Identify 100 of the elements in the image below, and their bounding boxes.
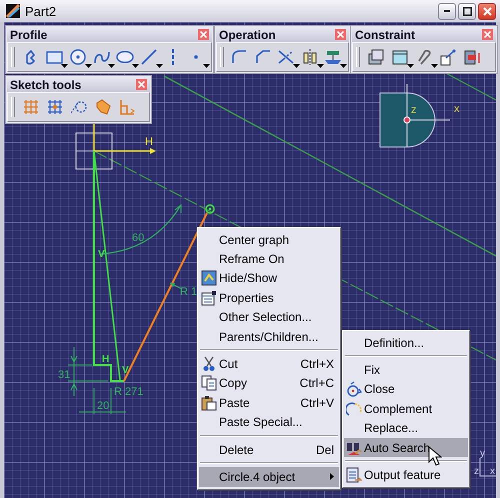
copy-icon <box>201 375 217 392</box>
chamfer-icon <box>256 50 271 64</box>
constraint-mark: V <box>122 365 129 376</box>
origin-square <box>76 132 112 170</box>
dropdown-arrow-icon[interactable] <box>132 64 140 68</box>
window-title: Part2 <box>25 4 56 18</box>
dimension-label: R 1 <box>180 286 198 298</box>
dropdown-arrow-icon[interactable] <box>108 64 116 68</box>
menu-item[interactable]: Properties <box>199 288 339 308</box>
dropdown-arrow-icon[interactable] <box>61 64 68 68</box>
bracket-icon <box>120 99 134 115</box>
scissors-icon <box>201 356 217 372</box>
dimension-label: 31 <box>58 369 70 381</box>
stacked-bars-icon <box>464 50 480 64</box>
menu-item[interactable]: Output feature <box>344 465 468 485</box>
rectangle-icon <box>46 50 63 64</box>
dimension-icon <box>440 48 456 66</box>
projection-icon <box>325 50 342 64</box>
dropdown-arrow-icon[interactable] <box>84 64 92 68</box>
properties-icon <box>201 290 217 306</box>
dropdown-arrow-icon[interactable] <box>156 64 163 68</box>
axis-label: x <box>490 466 495 477</box>
submenu-arrow-icon <box>330 473 334 480</box>
constraint-mark: H <box>102 354 110 365</box>
menu-item[interactable]: Copy Ctrl+C <box>199 374 339 394</box>
point-icon <box>194 55 198 59</box>
compass-origin <box>404 116 410 124</box>
toolbar-title: Operation <box>219 28 276 42</box>
minimize-icon <box>444 10 450 12</box>
dimension-label: 20 <box>97 400 110 412</box>
axis-label: y <box>480 448 485 459</box>
dimension-label: 60 <box>132 232 144 244</box>
grid-icon <box>24 100 38 114</box>
app-icon <box>6 4 20 18</box>
close-button[interactable] <box>198 29 209 40</box>
axis-label: z <box>474 466 479 477</box>
dropdown-arrow-icon[interactable] <box>202 64 210 68</box>
menu-item[interactable]: Complement <box>344 399 468 419</box>
arc-icon <box>346 400 362 417</box>
leader-line <box>170 282 182 290</box>
snap-grid-icon <box>48 100 62 114</box>
menu-item[interactable]: Paste Special... <box>199 412 339 432</box>
mouse-cursor-icon <box>428 446 442 466</box>
compass-axis <box>406 84 450 148</box>
compass-drawing <box>380 92 436 148</box>
menu-item[interactable]: Auto Search <box>344 438 468 458</box>
menu-item[interactable]: Hide/Show <box>199 268 339 288</box>
menu-item[interactable]: Paste Ctrl+V <box>199 393 339 413</box>
circle-icon <box>70 49 86 65</box>
menu-item[interactable]: Other Selection... <box>199 308 339 327</box>
menu-item[interactable]: Circle.4 object <box>199 467 339 487</box>
output-icon <box>346 467 362 484</box>
menu-item[interactable]: Reframe On <box>199 249 339 269</box>
dropdown-arrow-icon[interactable] <box>340 64 347 68</box>
menu-item[interactable]: Delete Del <box>199 440 339 460</box>
maximize-icon <box>462 6 472 16</box>
menu-item[interactable]: Parents/Children... <box>199 326 339 346</box>
vertical-axis <box>93 124 95 151</box>
dropdown-arrow-icon[interactable] <box>431 64 438 68</box>
toolbar-title: Constraint <box>355 28 415 42</box>
close-icon <box>482 6 492 16</box>
close-icon <box>484 31 491 38</box>
close-button[interactable] <box>136 79 147 90</box>
clipboard-icon <box>201 394 217 411</box>
polyline-icon <box>25 50 36 64</box>
axis-label: x <box>454 103 460 115</box>
spline-icon <box>94 50 110 64</box>
paperclip-icon <box>418 50 430 64</box>
axis-label: z <box>411 104 416 116</box>
horizontal-axis <box>94 148 156 154</box>
close-button[interactable] <box>482 29 493 40</box>
stacked-squares-icon <box>368 49 384 65</box>
close-icon <box>200 31 207 38</box>
menu-item[interactable]: Definition... <box>344 333 468 352</box>
toolbar-title: Profile <box>10 28 48 42</box>
rounded-corner-icon <box>232 50 248 64</box>
menu-item[interactable]: Fix <box>344 360 468 380</box>
axis-triad-drawing <box>480 458 496 476</box>
framed-square-icon <box>392 50 408 64</box>
close-icon <box>138 81 145 88</box>
menu-item[interactable]: Center graph <box>199 230 339 250</box>
dashed-line-icon <box>170 49 175 65</box>
minimize-button[interactable] <box>438 2 456 20</box>
close-button[interactable] <box>335 29 346 40</box>
maximize-button[interactable] <box>458 2 476 20</box>
close-button[interactable] <box>478 2 496 20</box>
close-icon <box>337 31 344 38</box>
trim-icon <box>278 50 294 64</box>
menu-item[interactable]: Replace... <box>344 418 468 438</box>
axis-label: H <box>145 136 153 148</box>
constraint-mark: V <box>98 249 105 260</box>
circle-arrow-icon <box>346 381 362 398</box>
circle-point <box>205 204 215 214</box>
dropdown-arrow-icon[interactable] <box>293 64 300 68</box>
dashed-circle-icon <box>71 100 87 114</box>
menu-item[interactable]: Cut Ctrl+X <box>199 354 339 374</box>
menu-item[interactable]: Close <box>344 380 468 400</box>
dropdown-arrow-icon[interactable] <box>316 64 324 68</box>
dropdown-arrow-icon[interactable] <box>407 64 414 68</box>
line-icon <box>140 49 157 65</box>
